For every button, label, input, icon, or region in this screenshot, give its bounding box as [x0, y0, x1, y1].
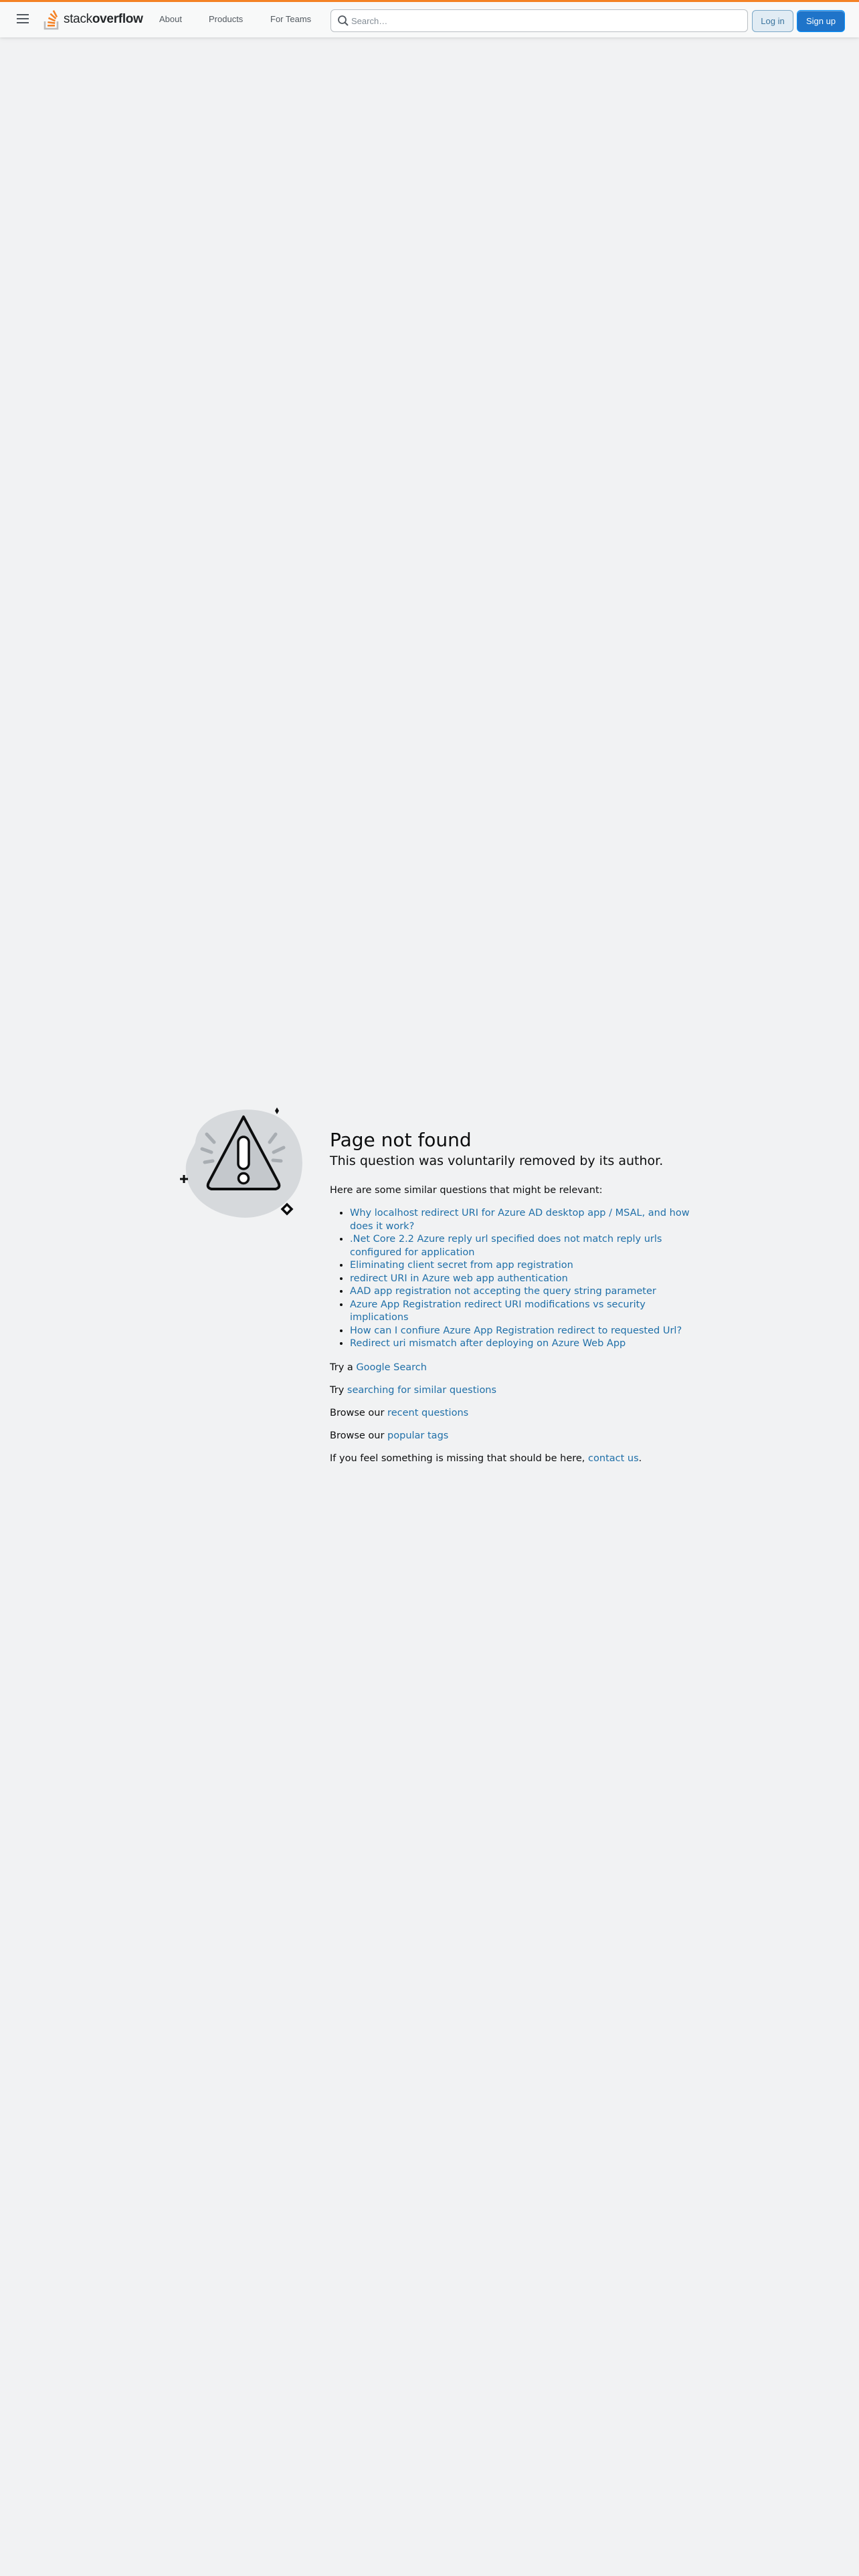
- google-search-link[interactable]: Google Search: [356, 1362, 427, 1373]
- page-title: Page not found: [330, 1129, 472, 1151]
- similar-questions-list: Why localhost redirect URI for Azure AD …: [350, 1207, 691, 1351]
- similar-search-link[interactable]: searching for similar questions: [347, 1385, 496, 1396]
- logo-text: stackoverflow: [64, 12, 143, 26]
- search-input[interactable]: [351, 10, 739, 31]
- search-box: [330, 9, 748, 32]
- google-search-line: Try a Google Search: [330, 1362, 691, 1374]
- recent-questions-line: Browse our recent questions: [330, 1407, 691, 1420]
- contact-us-link[interactable]: contact us: [588, 1453, 639, 1464]
- nav-products[interactable]: Products: [209, 14, 243, 24]
- list-item: Azure App Registration redirect URI modi…: [350, 1299, 691, 1325]
- list-item: .Net Core 2.2 Azure reply url specified …: [350, 1233, 691, 1259]
- login-button[interactable]: Log in: [752, 10, 793, 32]
- similar-question-link[interactable]: Eliminating client secret from app regis…: [350, 1260, 573, 1271]
- nav-about[interactable]: About: [159, 14, 182, 24]
- stackoverflow-logo-icon: [43, 10, 59, 30]
- similar-question-link[interactable]: redirect URI in Azure web app authentica…: [350, 1273, 568, 1284]
- recent-prefix: Browse our: [330, 1407, 388, 1418]
- contact-line: If you feel something is missing that sh…: [330, 1453, 691, 1465]
- search-icon: [338, 15, 349, 26]
- contact-prefix: If you feel something is missing that sh…: [330, 1453, 589, 1464]
- popular-tags-line: Browse our popular tags: [330, 1430, 691, 1442]
- search-prefix: Try: [330, 1384, 347, 1396]
- list-item: AAD app registration not accepting the q…: [350, 1285, 691, 1299]
- not-found-content: Page not found This question was volunta…: [330, 1129, 691, 1465]
- list-item: Redirect uri mismatch after deploying on…: [350, 1337, 691, 1351]
- similar-question-link[interactable]: AAD app registration not accepting the q…: [350, 1286, 656, 1297]
- top-bar: stackoverflow About Products For Teams L…: [0, 0, 859, 37]
- tags-prefix: Browse our: [330, 1430, 388, 1441]
- similar-search-line: Try searching for similar questions: [330, 1384, 691, 1397]
- list-item: redirect URI in Azure web app authentica…: [350, 1273, 691, 1286]
- similar-question-link[interactable]: .Net Core 2.2 Azure reply url specified …: [350, 1234, 662, 1258]
- contact-suffix: .: [638, 1453, 642, 1464]
- similar-intro: Here are some similar questions that mig…: [330, 1185, 603, 1196]
- list-item: Eliminating client secret from app regis…: [350, 1259, 691, 1273]
- similar-question-link[interactable]: How can I confiure Azure App Registratio…: [350, 1325, 682, 1336]
- similar-question-link[interactable]: Azure App Registration redirect URI modi…: [350, 1299, 646, 1323]
- warning-triangle-icon: [180, 1107, 302, 1218]
- google-prefix: Try a: [330, 1362, 357, 1373]
- nav-for-teams[interactable]: For Teams: [270, 14, 311, 24]
- signup-button[interactable]: Sign up: [797, 10, 845, 32]
- list-item: How can I confiure Azure App Registratio…: [350, 1325, 691, 1338]
- similar-question-link[interactable]: Redirect uri mismatch after deploying on…: [350, 1338, 626, 1349]
- recent-questions-link[interactable]: recent questions: [387, 1408, 468, 1418]
- similar-question-link[interactable]: Why localhost redirect URI for Azure AD …: [350, 1208, 690, 1232]
- list-item: Why localhost redirect URI for Azure AD …: [350, 1207, 691, 1233]
- hamburger-menu-icon[interactable]: [16, 13, 29, 24]
- page-subtitle: This question was voluntarily removed by…: [330, 1154, 664, 1168]
- site-logo[interactable]: stackoverflow: [43, 8, 143, 31]
- popular-tags-link[interactable]: popular tags: [387, 1430, 448, 1441]
